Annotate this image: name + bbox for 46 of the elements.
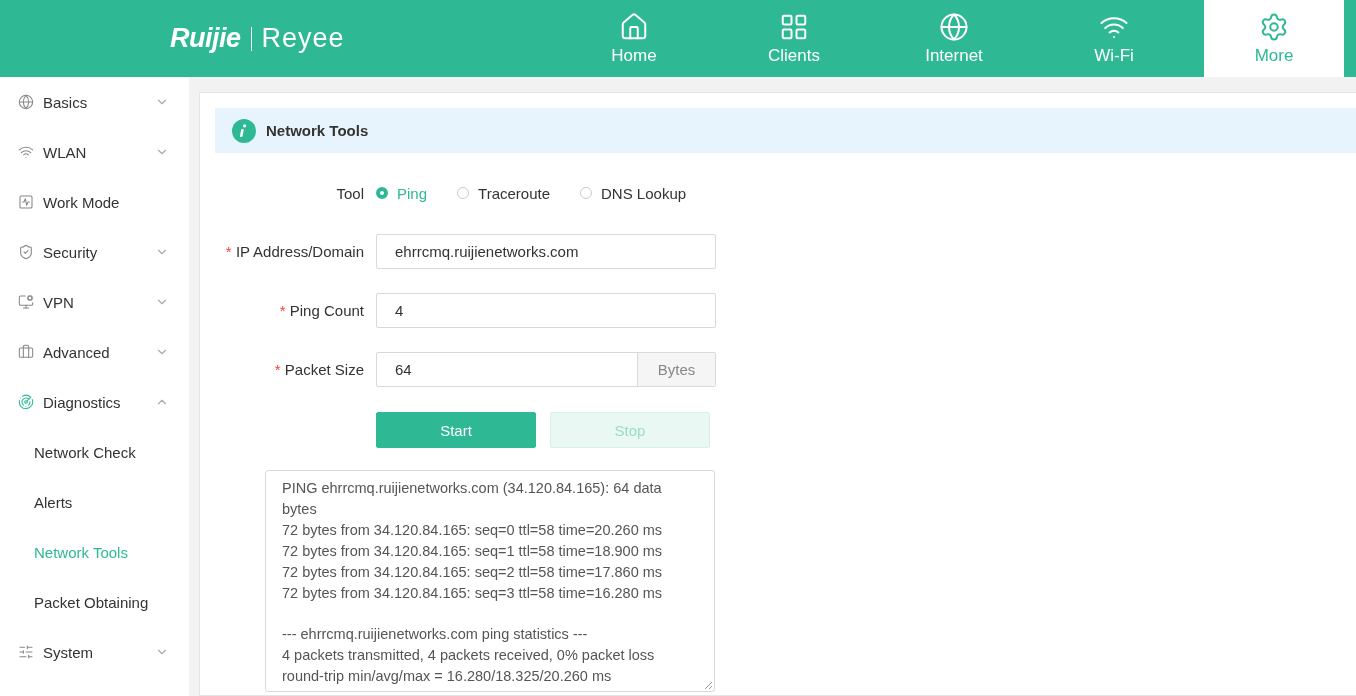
output-line: 72 bytes from 34.120.84.165: seq=1 ttl=58 time=18.900 ms	[282, 542, 664, 561]
output-line: 72 bytes from 34.120.84.165: seq=3 ttl=58 time=16.280 ms	[282, 584, 664, 603]
wifi-icon	[18, 144, 34, 160]
radio-option[interactable]: DNS Lookup	[580, 184, 687, 202]
logo-brand: Ruijie	[170, 23, 241, 54]
output-line: --- ehrrcmq.ruijienetworks.com ping statistics ---	[282, 625, 589, 644]
input-field[interactable]: 4	[376, 293, 716, 328]
field-label: * Packet Size	[273, 361, 365, 378]
sidebar-subitem[interactable]: Alerts	[0, 477, 189, 527]
radio-option[interactable]: Traceroute	[457, 184, 550, 202]
settings-icon	[1259, 11, 1289, 42]
sidebar-item[interactable]: VPN	[0, 277, 189, 327]
output-line: round-trip min/avg/max = 16.280/18.325/20.260 ms	[282, 667, 613, 686]
logo-product: Reyee	[261, 23, 345, 54]
info-icon	[232, 118, 256, 143]
logo-divider	[250, 26, 252, 51]
output-box[interactable]	[265, 470, 715, 692]
page-title: Network Tools	[266, 122, 369, 139]
sidebar-item[interactable]: Basics	[0, 77, 189, 127]
sidebar-item[interactable]: Work Mode	[0, 177, 189, 227]
globe-icon	[939, 11, 969, 42]
output-line: 4 packets transmitted, 4 packets received, 0% packet loss	[282, 646, 656, 665]
input-field[interactable]: ehrrcmq.ruijienetworks.com	[376, 234, 716, 269]
toolbox-icon	[18, 344, 34, 360]
output-line: 72 bytes from 34.120.84.165: seq=0 ttl=58 time=20.260 ms	[282, 521, 664, 540]
house-icon	[619, 11, 649, 42]
sidebar-subitem[interactable]: Network Check	[0, 427, 189, 477]
sidebar-item[interactable]: Security	[0, 227, 189, 277]
field-label: * IP Address/Domain	[224, 243, 365, 260]
monitor-icon	[18, 294, 34, 310]
shield-check-icon	[18, 244, 34, 260]
field-label: Tool	[335, 184, 365, 202]
input-field[interactable]: 64 Bytes	[376, 352, 716, 387]
sidebar-item[interactable]: WLAN	[0, 127, 189, 177]
sidebar-item[interactable]: Diagnostics	[0, 377, 189, 427]
sidebar-item[interactable]: System	[0, 627, 189, 677]
output-line: 72 bytes from 34.120.84.165: seq=2 ttl=58 time=17.860 ms	[282, 563, 664, 582]
radar-icon	[18, 394, 34, 410]
output-line: PING ehrrcmq.ruijienetworks.com (34.120.84.165): 64 data bytes	[282, 479, 663, 519]
sidebar-subitem[interactable]: Packet Obtaining	[0, 577, 189, 627]
globe-icon	[18, 94, 34, 110]
sliders-icon	[18, 644, 34, 660]
sidebar-item[interactable]: Advanced	[0, 327, 189, 377]
resize-grip-icon	[704, 681, 712, 689]
unit-addon: Bytes	[637, 353, 715, 386]
field-label: * Ping Count	[278, 302, 365, 319]
